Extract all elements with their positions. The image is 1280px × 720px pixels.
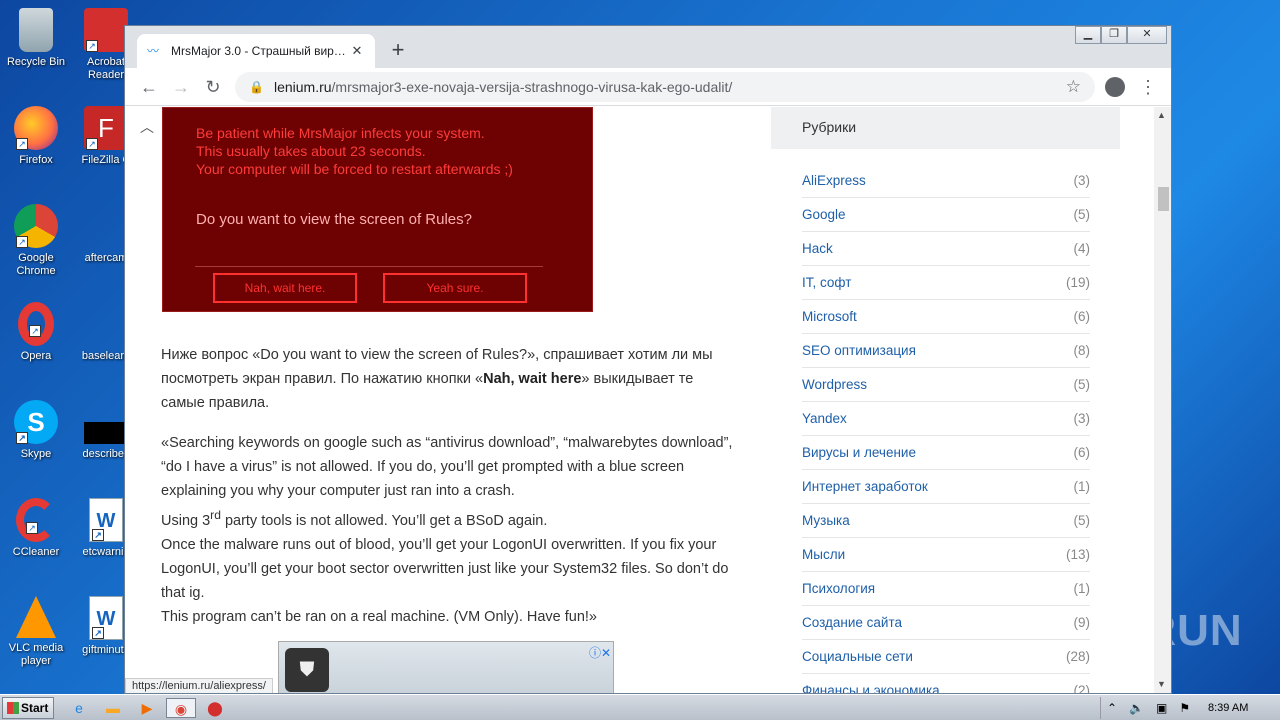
tab-close-icon[interactable]: ✕ — [349, 43, 365, 59]
desktop-icon-recycle-bin[interactable]: Recycle Bin — [0, 8, 72, 69]
malware-screenshot: Be patient while MrsMajor infects your s… — [162, 107, 593, 312]
browser-window: 〰 MrsMajor 3.0 - Страшный вирус, но ✕ + … — [124, 25, 1172, 694]
minimize-button[interactable]: ▁ — [1075, 26, 1101, 44]
sidebar-heading: Рубрики — [771, 107, 1120, 149]
category-item[interactable]: Вирусы и лечение (6) — [802, 436, 1090, 470]
article-paragraph: Ниже вопрос «Do you want to view the scr… — [161, 347, 713, 411]
volume-icon[interactable]: 🔈 — [1129, 701, 1144, 715]
back-button[interactable]: ← — [137, 75, 161, 99]
malware-yes-button: Yeah sure. — [383, 273, 527, 303]
taskbar: Start e ▬ ▶ ◉ ⬤ ⌃ 🔈 ▣ ⚑ 8:39 AM — [0, 694, 1280, 720]
system-tray: ⌃ 🔈 ▣ ⚑ — [1100, 697, 1278, 719]
recycle-bin-icon — [19, 8, 53, 52]
chevron-up-icon[interactable]: ︿ — [137, 117, 157, 137]
opera-icon: ↗ — [18, 302, 54, 346]
start-button[interactable]: Start — [2, 697, 54, 719]
maximize-button[interactable]: ❐ — [1101, 26, 1127, 44]
ad-banner[interactable]: ⛊ ⓘ✕ — [278, 641, 614, 693]
acrobat-icon: ↗ — [84, 8, 128, 52]
url-path: /mrsmajor3-exe-novaja-versija-strashnogo… — [331, 79, 733, 95]
category-item[interactable]: Wordpress (5) — [802, 368, 1090, 402]
lock-icon: 🔒 — [249, 80, 264, 94]
scroll-down-icon[interactable]: ▼ — [1157, 679, 1166, 689]
word-icon: W ↗ — [89, 596, 123, 640]
scroll-up-icon[interactable]: ▲ — [1157, 110, 1166, 120]
category-item[interactable]: Hack (4) — [802, 232, 1090, 266]
browser-menu-icon[interactable]: ⋮ — [1139, 76, 1157, 98]
close-window-button[interactable]: ✕ — [1127, 26, 1167, 44]
filezilla-icon: F ↗ — [84, 106, 128, 150]
new-tab-button[interactable]: + — [387, 39, 409, 62]
url-host: lenium.ru — [273, 79, 332, 95]
malware-message: Be patient while MrsMajor infects your s… — [196, 125, 513, 177]
show-hidden-icons-icon[interactable]: ⌃ — [1107, 701, 1117, 715]
scrollbar-thumb[interactable] — [1158, 187, 1169, 211]
address-bar[interactable]: 🔒 lenium.ru/mrsmajor3-exe-novaja-versija… — [235, 72, 1095, 102]
reload-button[interactable]: ↻ — [201, 75, 225, 99]
word-icon: W ↗ — [89, 498, 123, 542]
file-icon — [84, 302, 128, 346]
category-item[interactable]: SEO оптимизация (8) — [802, 334, 1090, 368]
tank-logo-icon: ⛊ — [285, 648, 329, 692]
forward-button[interactable]: → — [169, 75, 193, 99]
browser-tab[interactable]: 〰 MrsMajor 3.0 - Страшный вирус, но ✕ — [137, 34, 375, 68]
explorer-icon[interactable]: ▬ — [102, 698, 124, 718]
action-center-flag-icon[interactable]: ⚑ — [1179, 701, 1190, 715]
malware-question: Do you want to view the screen of Rules? — [196, 211, 472, 228]
ccleaner-icon: ↗ — [16, 498, 56, 542]
article-quote: «Searching keywords on google such as “a… — [161, 435, 733, 625]
malware-no-button: Nah, wait here. — [213, 273, 357, 303]
media-player-icon[interactable]: ▶ — [136, 698, 158, 718]
security-alert-icon[interactable]: ⬤ — [204, 698, 226, 718]
desktop-icon-vlc[interactable]: VLC media player — [0, 596, 72, 668]
ad-close-icon[interactable]: ⓘ✕ — [589, 644, 611, 661]
clock[interactable]: 8:39 AM — [1208, 695, 1248, 720]
vlc-icon — [16, 596, 56, 638]
category-item[interactable]: Музыка (5) — [802, 504, 1090, 538]
page-viewport: ︿ Be patient while MrsMajor infects your… — [125, 107, 1171, 693]
browser-toolbar: ← → ↻ 🔒 lenium.ru/mrsmajor3-exe-novaja-v… — [125, 68, 1171, 106]
bookmark-star-icon[interactable]: ☆ — [1066, 77, 1081, 97]
category-item[interactable]: Microsoft (6) — [802, 300, 1090, 334]
category-item[interactable]: IT, софт (19) — [802, 266, 1090, 300]
category-item[interactable]: AliExpress (3) — [802, 164, 1090, 198]
page-scrollbar[interactable]: ▲ ▼ — [1154, 107, 1171, 693]
url-text: lenium.ru/mrsmajor3-exe-novaja-versija-s… — [274, 79, 1066, 95]
category-item[interactable]: Финансы и экономика (2) — [802, 674, 1090, 693]
divider — [195, 266, 543, 267]
chrome-icon: ↗ — [14, 204, 58, 248]
black-file-icon — [84, 422, 128, 444]
category-item[interactable]: Мысли (13) — [802, 538, 1090, 572]
favicon-icon: 〰 — [147, 44, 160, 58]
category-item[interactable]: Google (5) — [802, 198, 1090, 232]
category-item[interactable]: Создание сайта (9) — [802, 606, 1090, 640]
ie-icon[interactable]: e — [68, 698, 90, 718]
status-link-preview: https://lenium.ru/aliexpress/ — [125, 678, 273, 693]
category-item[interactable]: Интернет заработок (1) — [802, 470, 1090, 504]
firefox-icon: ↗ — [14, 106, 58, 150]
desktop-icon-firefox[interactable]: ↗ Firefox — [0, 106, 72, 167]
windows-logo-icon — [7, 702, 19, 714]
file-icon — [84, 204, 128, 248]
desktop-icon-chrome[interactable]: ↗ Google Chrome — [0, 204, 72, 278]
category-item[interactable]: Психология (1) — [802, 572, 1090, 606]
skype-icon: S ↗ — [14, 400, 58, 444]
tab-strip: 〰 MrsMajor 3.0 - Страшный вирус, но ✕ + … — [125, 26, 1171, 68]
desktop-icon-skype[interactable]: S ↗ Skype — [0, 400, 72, 461]
desktop-icon-ccleaner[interactable]: ↗ CCleaner — [0, 498, 72, 559]
profile-avatar[interactable] — [1105, 77, 1125, 97]
desktop-icon-opera[interactable]: ↗ Opera — [0, 302, 72, 363]
tab-title: MrsMajor 3.0 - Страшный вирус, но — [171, 44, 349, 58]
chrome-taskbar-icon[interactable]: ◉ — [166, 698, 196, 718]
category-item[interactable]: Yandex (3) — [802, 402, 1090, 436]
network-icon[interactable]: ▣ — [1156, 701, 1167, 715]
category-item[interactable]: Социальные сети (28) — [802, 640, 1090, 674]
sidebar: Рубрики AliExpress (3) Google (5) Hack (4) … — [771, 107, 1120, 693]
